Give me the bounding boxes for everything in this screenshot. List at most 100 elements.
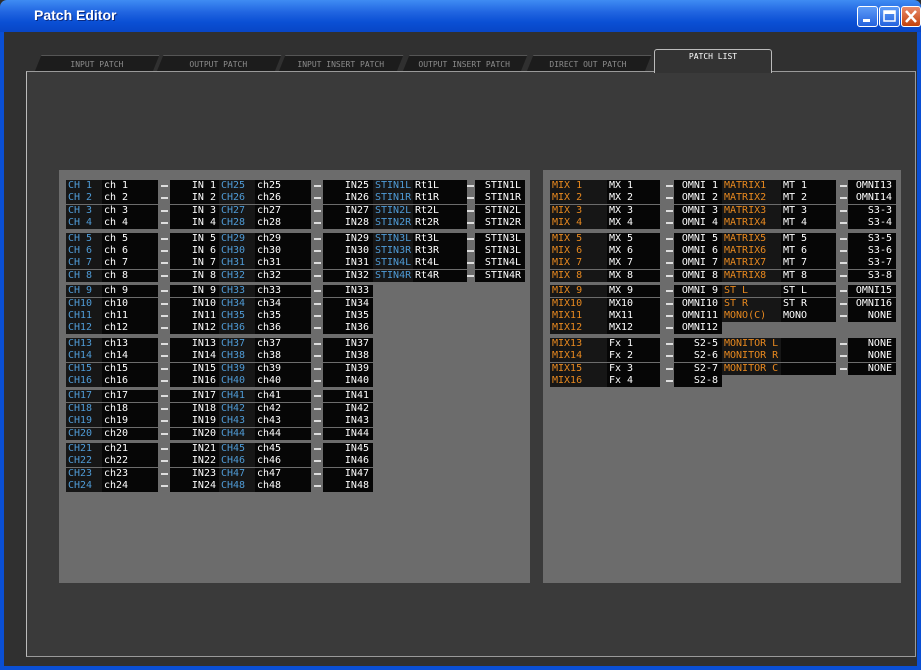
channel-name[interactable]: MONO (781, 310, 836, 322)
channel-name[interactable]: MT 7 (781, 257, 836, 270)
channel-label: CH43 (219, 415, 255, 428)
patch-row: CH48 ch48 IN48 (0, 480, 921, 493)
channel-name[interactable]: ch41 (255, 390, 311, 403)
patch-connector (314, 448, 321, 450)
close-icon (905, 10, 917, 23)
patch-connector (840, 185, 847, 187)
channel-name[interactable]: ch44 (255, 427, 311, 440)
patch-destination[interactable]: S3-5 (848, 232, 896, 245)
patch-row: MONITOR L NONE (0, 337, 921, 350)
channel-label: MONITOR R (722, 350, 781, 363)
channel-name[interactable]: ST R (781, 297, 836, 310)
patch-connector (840, 367, 847, 370)
patch-destination[interactable]: S2-8 (674, 375, 722, 387)
channel-name[interactable]: ST L (781, 285, 836, 298)
channel-label: CH42 (219, 402, 255, 415)
patch-row: MATRIX2 MT 2 OMNI14 (0, 192, 921, 205)
tab-input-insert-patch[interactable]: INPUT INSERT PATCH (278, 55, 404, 72)
patch-destination[interactable]: OMNI14 (848, 192, 896, 205)
patch-connector (840, 290, 847, 293)
patch-destination[interactable]: IN44 (323, 427, 373, 440)
channel-name[interactable]: MT 1 (781, 180, 836, 192)
patch-row: ST R ST R OMNI16 (0, 297, 921, 310)
channel-name[interactable]: ch48 (255, 480, 311, 493)
channel-name[interactable] (781, 362, 836, 375)
patch-connector (840, 222, 847, 225)
channel-name[interactable]: ch46 (255, 455, 311, 468)
patch-destination[interactable]: NONE (848, 310, 896, 322)
patch-row: MATRIX7 MT 7 S3-7 (0, 257, 921, 270)
patch-destination[interactable]: IN45 (323, 443, 373, 455)
channel-name[interactable] (781, 337, 836, 350)
tab-output-patch[interactable]: OUTPUT PATCH (156, 55, 282, 72)
patch-connector (840, 302, 847, 305)
patch-destination[interactable]: IN46 (323, 455, 373, 468)
channel-name[interactable]: MT 5 (781, 232, 836, 245)
patch-destination[interactable]: OMNI16 (848, 297, 896, 310)
patch-row: CH47 ch47 IN47 (0, 467, 921, 480)
channel-name[interactable]: MT 2 (781, 192, 836, 205)
channel-label: ST R (722, 297, 781, 310)
patch-destination[interactable]: IN43 (323, 415, 373, 428)
window-title: Patch Editor (34, 7, 117, 23)
patch-destination[interactable]: IN48 (323, 480, 373, 493)
channel-name[interactable]: ch45 (255, 443, 311, 455)
patch-row: MATRIX4 MT 4 S3-4 (0, 217, 921, 230)
patch-destination[interactable]: NONE (848, 337, 896, 350)
patch-destination[interactable]: OMNI15 (848, 285, 896, 298)
channel-name[interactable]: MT 6 (781, 245, 836, 257)
patch-connector (840, 262, 847, 265)
patch-destination[interactable]: OMNI13 (848, 180, 896, 192)
patch-destination[interactable]: S3-4 (848, 217, 896, 230)
channel-label: CH44 (219, 427, 255, 440)
maximize-button[interactable] (879, 6, 900, 27)
patch-destination[interactable]: S3-3 (848, 204, 896, 217)
patch-connector (840, 209, 847, 212)
channel-name[interactable]: Fx 4 (607, 375, 660, 387)
patch-destination[interactable]: S3-8 (848, 269, 896, 282)
tab-input-patch[interactable]: INPUT PATCH (34, 55, 160, 72)
patch-row: MATRIX8 MT 8 S3-8 (0, 269, 921, 282)
channel-label: MATRIX5 (722, 232, 781, 245)
channel-label: MATRIX4 (722, 217, 781, 230)
channel-name[interactable]: ch43 (255, 415, 311, 428)
patch-connector (314, 432, 321, 435)
patch-editor-window: Patch Editor INPUT PATCH OUTPUT PATCH IN… (0, 0, 921, 670)
patch-row: MATRIX3 MT 3 S3-3 (0, 204, 921, 217)
channel-label: MATRIX3 (722, 204, 781, 217)
patch-connector (314, 472, 321, 475)
channel-label: MIX16 (550, 375, 607, 387)
patch-row: CH41 ch41 IN41 (0, 390, 921, 403)
channel-label: MATRIX6 (722, 245, 781, 257)
patch-connector (840, 342, 847, 345)
tab-output-insert-patch[interactable]: OUTPUT INSERT PATCH (402, 55, 528, 72)
patch-connector (314, 420, 321, 423)
patch-connector (840, 355, 847, 358)
channel-label: MATRIX8 (722, 269, 781, 282)
patch-connector (314, 485, 321, 488)
close-button[interactable] (901, 6, 921, 27)
channel-name[interactable]: MT 8 (781, 269, 836, 282)
channel-name[interactable]: ch47 (255, 467, 311, 480)
patch-row: CH45 ch45 IN45 (0, 443, 921, 455)
patch-connector (840, 274, 847, 277)
patch-destination[interactable]: NONE (848, 362, 896, 375)
channel-label: MATRIX7 (722, 257, 781, 270)
tab-patch-list[interactable]: PATCH LIST (654, 49, 772, 73)
channel-name[interactable]: ch42 (255, 402, 311, 415)
patch-row: CH46 ch46 IN46 (0, 455, 921, 468)
patch-destination[interactable]: NONE (848, 350, 896, 363)
patch-destination[interactable]: S3-7 (848, 257, 896, 270)
channel-name[interactable]: MT 3 (781, 204, 836, 217)
maximize-icon (883, 10, 896, 22)
patch-destination[interactable]: IN47 (323, 467, 373, 480)
patch-destination[interactable]: IN41 (323, 390, 373, 403)
minimize-button[interactable] (857, 6, 878, 27)
tab-direct-out-patch[interactable]: DIRECT OUT PATCH (526, 55, 652, 72)
patch-row (0, 322, 921, 334)
patch-destination[interactable]: S3-6 (848, 245, 896, 257)
patch-destination[interactable]: IN42 (323, 402, 373, 415)
channel-name[interactable]: MT 4 (781, 217, 836, 230)
channel-name[interactable] (781, 350, 836, 363)
title-bar[interactable]: Patch Editor (0, 0, 921, 32)
